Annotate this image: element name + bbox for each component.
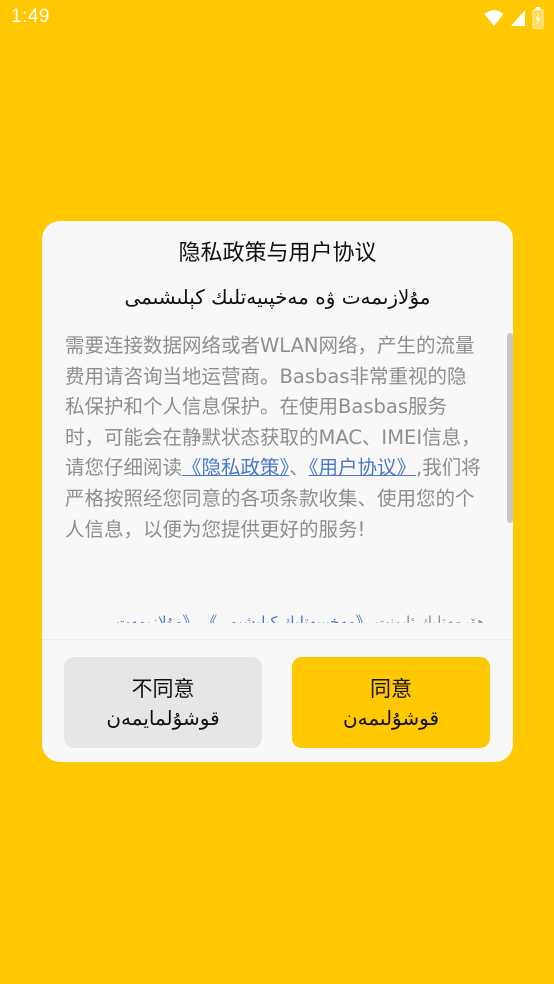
disagree-label-cn: 不同意 xyxy=(131,677,195,701)
agree-button[interactable]: 同意 قوشۇلىمەن xyxy=(292,657,490,748)
uyghur-privacy-link[interactable]: 《مەخپىيەتلىك كېلىشىمى》 xyxy=(202,613,370,623)
privacy-dialog: 隐私政策与用户协议 مۇلازىمەت ۋە مەخپىيەتلىك كېلىش… xyxy=(42,221,513,762)
disagree-button[interactable]: 不同意 قوشۇلمايمەن xyxy=(64,657,262,748)
dialog-title: 隐私政策与用户协议 xyxy=(178,241,377,266)
link-separator: 、 xyxy=(289,456,309,480)
uyghur-prefix: ھۆرمەتلىك ئابونت، xyxy=(370,613,485,623)
status-bar: 1:49 xyxy=(0,0,554,38)
terms-body-text: 需要连接数据网络或者WLAN网络，产生的流量费用请咨询当地运营商。Basbas非… xyxy=(65,331,485,545)
disagree-label-ug: قوشۇلمايمەن xyxy=(106,706,220,730)
agree-label-ug: قوشۇلىمەن xyxy=(342,706,440,730)
status-icons xyxy=(484,7,544,33)
agree-label-cn: 同意 xyxy=(370,677,412,701)
status-time: 1:49 xyxy=(11,6,50,27)
cell-signal-icon xyxy=(510,9,526,31)
divider xyxy=(42,639,513,640)
wifi-icon xyxy=(484,9,504,31)
uyghur-service-link[interactable]: 《مۇلازىمەت xyxy=(116,613,198,623)
scrollbar[interactable] xyxy=(507,333,513,523)
terms-scroll-area[interactable]: 需要连接数据网络或者WLAN网络，产生的流量费用请咨询当地运营商。Basbas非… xyxy=(42,331,513,623)
battery-icon xyxy=(532,7,544,33)
privacy-policy-link[interactable]: 《隐私政策》 xyxy=(182,456,289,479)
user-agreement-link[interactable]: 《用户协议》 xyxy=(309,456,416,479)
dialog-subtitle: مۇلازىمەت ۋە مەخپىيەتلىك كېلىشىمى xyxy=(124,285,431,309)
uyghur-terms-text: ھۆرمەتلىك ئابونت،《مەخپىيەتلىك كېلىشىمى》،… xyxy=(65,607,485,623)
